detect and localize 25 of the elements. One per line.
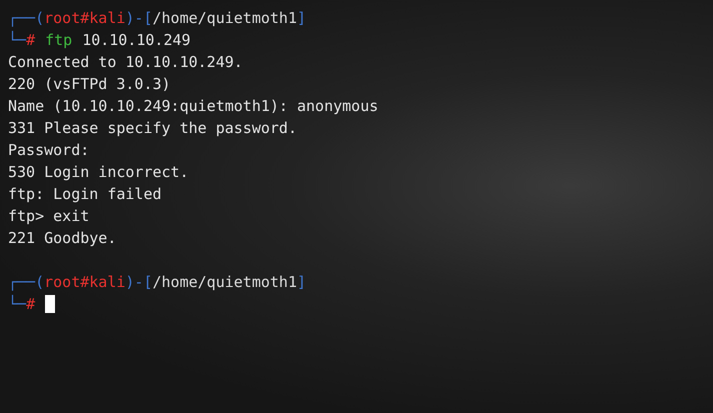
prompt-frame: ] (297, 6, 306, 30)
prompt-path: /home/quietmoth1 (152, 272, 297, 293)
prompt-frame: └─ (8, 292, 26, 316)
output-line: ftp> exit (8, 206, 90, 227)
prompt-frame: )-[ (125, 270, 152, 294)
prompt-symbol: # (26, 30, 36, 51)
output-line: 331 Please specify the password. (8, 118, 297, 139)
output-line: Name (10.10.10.249:quietmoth1): anonymous (8, 96, 378, 117)
prompt-frame: )-[ (125, 6, 152, 30)
command-name: ftp (45, 30, 72, 51)
prompt-symbol: # (26, 294, 36, 315)
output-line: Connected to 10.10.10.249. (8, 52, 243, 73)
output-line: Password: (8, 140, 90, 161)
prompt-frame: ┌──( (8, 6, 44, 30)
prompt-frame: ] (297, 270, 306, 294)
prompt-user: root#kali (44, 272, 126, 293)
output-line: ftp: Login failed (8, 184, 162, 205)
prompt-frame: ┌──( (8, 270, 44, 294)
prompt-path: /home/quietmoth1 (152, 8, 297, 29)
output-line: 220 (vsFTPd 3.0.3) (8, 74, 171, 95)
prompt-frame: └─ (8, 28, 26, 52)
prompt-user: root#kali (44, 8, 126, 29)
command-argument: 10.10.10.249 (82, 30, 191, 51)
output-line: 530 Login incorrect. (8, 162, 189, 183)
output-line: 221 Goodbye. (8, 228, 116, 249)
